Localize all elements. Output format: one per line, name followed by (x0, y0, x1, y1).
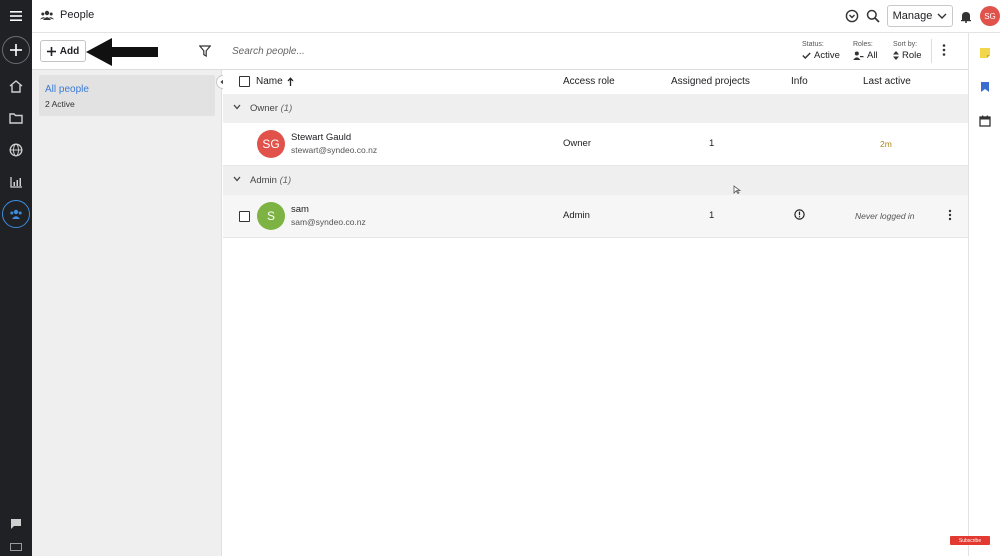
sort-value-text: Role (902, 50, 922, 61)
roles-filter-label: Roles: (853, 41, 873, 48)
column-name-label: Name (256, 76, 283, 87)
sort-control[interactable]: Sort by: Role (893, 40, 922, 62)
chevron-down-icon (233, 104, 241, 110)
rail-people-button[interactable] (2, 200, 30, 228)
person-key-icon (853, 51, 864, 60)
sort-arrows-icon (893, 51, 899, 60)
avatar: SG (257, 130, 285, 158)
people-icon (40, 10, 54, 20)
group-label-text: Owner (250, 103, 278, 114)
column-info-header: Info (791, 76, 808, 87)
person-name: Stewart Gauld (291, 132, 352, 143)
add-button-label: Add (59, 45, 80, 57)
search-icon[interactable] (865, 8, 881, 24)
right-rail (968, 33, 1000, 556)
filter-title: All people (45, 84, 89, 95)
top-bar: People Manage SG (32, 0, 1000, 33)
chevron-down-icon (937, 13, 947, 19)
people-table: Name Access role Assigned projects Info … (223, 70, 968, 556)
status-filter[interactable]: Status: Active (802, 40, 840, 62)
roles-filter[interactable]: Roles: All (853, 40, 878, 62)
plus-icon (10, 44, 22, 56)
roles-filter-value: All (853, 49, 878, 62)
chat-icon[interactable] (0, 510, 32, 538)
select-all-checkbox[interactable] (239, 76, 250, 87)
chart-icon[interactable] (0, 168, 32, 196)
filter-sidebar: All people 2 Active (32, 70, 222, 556)
toolbar: Add Status: Active Roles: All Sort by: R… (32, 33, 968, 70)
left-rail (0, 0, 32, 556)
progress-check-icon[interactable] (844, 8, 860, 24)
home-icon[interactable] (0, 72, 32, 100)
person-name: sam (291, 204, 309, 215)
toolbar-divider (931, 39, 932, 63)
roles-value-text: All (867, 50, 878, 61)
keyboard-icon[interactable] (0, 538, 32, 556)
plus-icon (46, 46, 56, 56)
mouse-cursor-icon (733, 185, 741, 194)
manage-button-label: Manage (892, 10, 933, 22)
filter-all-people[interactable]: All people 2 Active (39, 75, 215, 116)
person-email: sam@syndeo.co.nz (291, 217, 366, 227)
menu-icon[interactable] (0, 2, 32, 30)
annotation-arrow-icon (86, 38, 158, 66)
status-value-text: Active (814, 50, 840, 61)
sort-label: Sort by: (893, 41, 918, 48)
calendar-icon[interactable] (977, 113, 993, 129)
subscribe-badge[interactable]: Subscribe (950, 536, 990, 545)
check-icon (802, 52, 811, 59)
more-options-icon[interactable] (942, 43, 946, 62)
row-more-options-icon[interactable] (948, 209, 952, 224)
chevron-down-icon (233, 176, 241, 182)
group-label-text: Admin (250, 175, 277, 186)
table-row[interactable]: SG Stewart Gauld stewart@syndeo.co.nz Ow… (223, 123, 968, 166)
page-title-group: People (40, 9, 94, 21)
last-active-cell: Never logged in (855, 211, 915, 221)
row-checkbox[interactable] (239, 211, 250, 222)
people-icon (10, 209, 22, 219)
filter-icon[interactable] (198, 44, 212, 62)
status-filter-label: Status: (802, 41, 824, 48)
avatar: S (257, 202, 285, 230)
group-count: (1) (280, 103, 293, 114)
folder-icon[interactable] (0, 104, 32, 132)
user-avatar[interactable]: SG (980, 6, 1000, 26)
table-row[interactable]: S sam sam@syndeo.co.nz Admin 1 Never log… (223, 195, 968, 238)
column-last-active-header[interactable]: Last active (863, 76, 911, 87)
search-input[interactable] (232, 43, 482, 59)
sticky-note-icon[interactable] (977, 45, 993, 61)
bookmark-icon[interactable] (977, 79, 993, 95)
group-label: Admin (1) (250, 175, 291, 186)
access-role-cell: Owner (563, 138, 591, 149)
status-filter-value: Active (802, 49, 840, 62)
group-header-owner[interactable]: Owner (1) (223, 94, 968, 123)
group-count: (1) (279, 175, 292, 186)
last-active-cell: 2m (880, 139, 892, 149)
add-person-button[interactable]: Add (40, 40, 86, 62)
column-assigned-projects-header[interactable]: Assigned projects (671, 76, 750, 87)
projects-cell: 1 (709, 210, 715, 221)
bell-icon[interactable] (958, 8, 974, 24)
info-alert-icon[interactable] (794, 209, 805, 223)
table-header: Name Access role Assigned projects Info … (223, 70, 968, 94)
projects-cell: 1 (709, 138, 715, 149)
person-email: stewart@syndeo.co.nz (291, 145, 378, 155)
group-label: Owner (1) (250, 103, 292, 114)
page-title: People (60, 9, 95, 21)
arrow-up-icon (287, 77, 294, 86)
column-access-role-header[interactable]: Access role (563, 76, 615, 87)
app-window: People Manage SG Add Status: (0, 0, 1000, 556)
access-role-cell: Admin (563, 210, 590, 221)
rail-add-button[interactable] (2, 36, 30, 64)
group-header-admin[interactable]: Admin (1) (223, 166, 968, 195)
column-name-header[interactable]: Name (256, 76, 294, 87)
manage-button[interactable]: Manage (887, 5, 953, 27)
filter-count: 2 Active (45, 99, 75, 109)
globe-icon[interactable] (0, 136, 32, 164)
sort-value: Role (893, 49, 922, 62)
